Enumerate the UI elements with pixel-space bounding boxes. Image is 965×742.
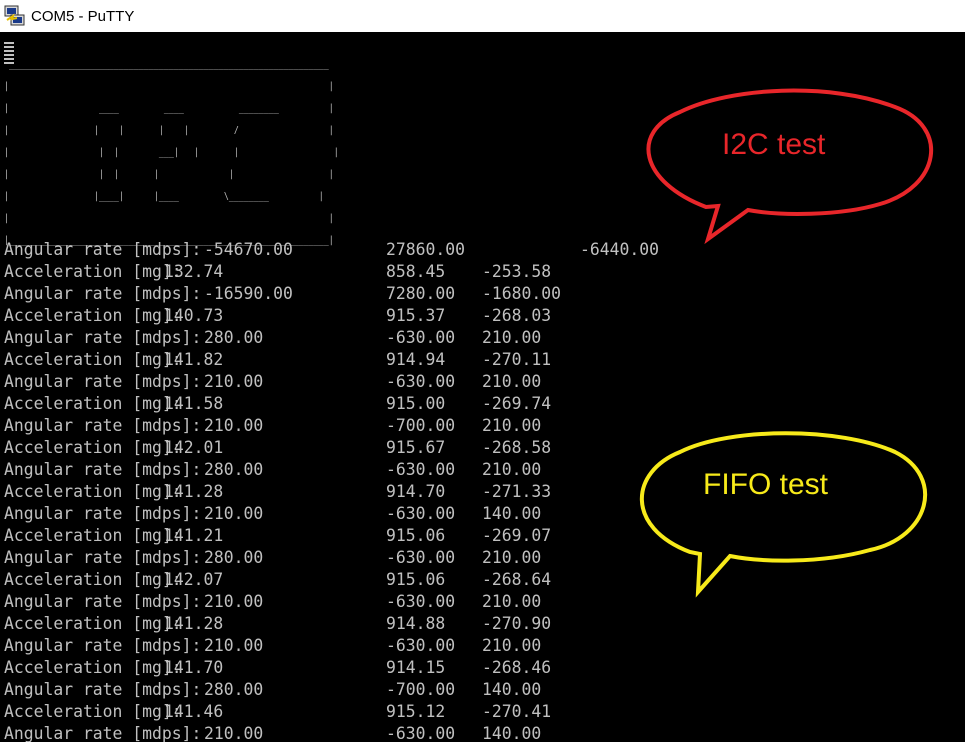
- i2c-test-label: I2C test: [722, 128, 826, 161]
- putty-icon: [4, 5, 25, 26]
- terminal-area[interactable]: ________________________________________…: [0, 32, 965, 742]
- fifo-speech-bubble: [639, 431, 928, 598]
- i2c-speech-bubble: [646, 88, 934, 245]
- window-title: COM5 - PuTTY: [31, 7, 135, 25]
- fifo-test-label: FIFO test: [703, 468, 829, 501]
- title-bar[interactable]: COM5 - PuTTY: [0, 0, 965, 32]
